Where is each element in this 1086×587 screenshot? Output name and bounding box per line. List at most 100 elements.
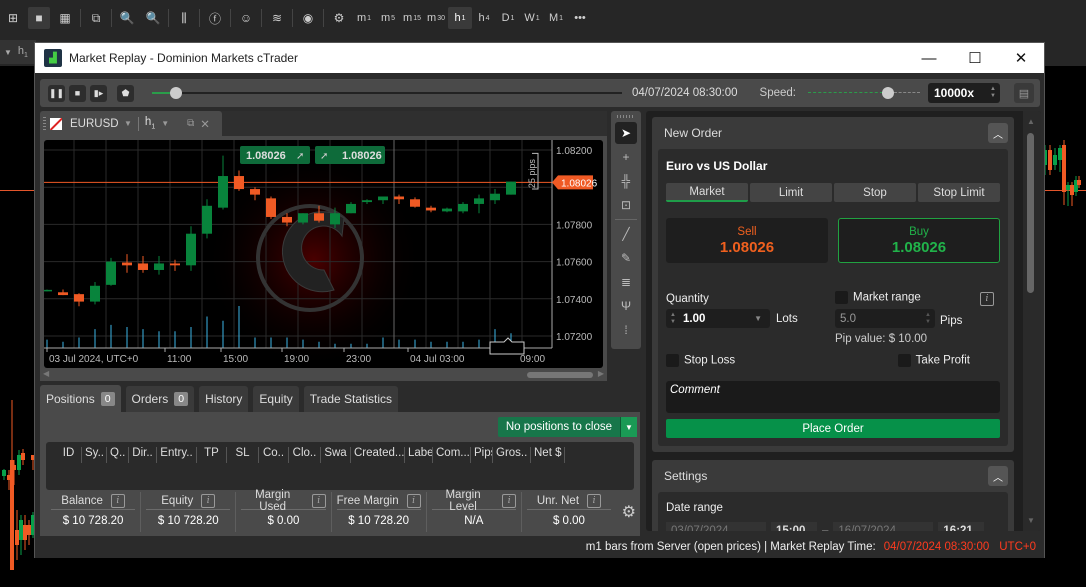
column-header[interactable]: TP [197, 447, 227, 463]
info-icon[interactable]: i [406, 493, 421, 508]
close-chart-icon[interactable]: ✕ [200, 117, 210, 131]
candle[interactable] [218, 155, 228, 210]
timeframe-h1[interactable]: h1 [448, 7, 472, 29]
column-header[interactable]: ID [56, 447, 82, 463]
column-header[interactable]: Co.. [259, 447, 289, 463]
pitchfork-icon[interactable]: Ψ [615, 295, 637, 317]
scroll-left-icon[interactable]: ◀ [43, 369, 49, 378]
candle[interactable] [44, 289, 52, 292]
speed-handle[interactable] [881, 87, 894, 99]
crosshair-icon[interactable]: + [615, 146, 637, 168]
candle[interactable] [506, 181, 516, 195]
cbot-icon[interactable]: ☺ [235, 7, 257, 29]
background-chart-tab[interactable]: ▼ h1 [0, 40, 36, 64]
chart-symbol[interactable]: EURUSD [70, 118, 124, 130]
column-header[interactable]: Labe [405, 447, 433, 463]
timeframe-M1[interactable]: M1 [544, 7, 568, 29]
spinner-icon[interactable]: ▲ ▼ [990, 86, 996, 100]
buy-button[interactable]: Buy 1.08026 [838, 218, 1000, 263]
more-timeframes-button[interactable]: ••• [568, 7, 592, 29]
drag-handle[interactable] [43, 116, 46, 131]
timeframe-m5[interactable]: m5 [376, 7, 400, 29]
info-icon[interactable]: i [587, 493, 602, 508]
scroll-right-icon[interactable]: ▶ [598, 369, 604, 378]
slider-handle[interactable] [169, 87, 182, 99]
speed-input[interactable]: 10000x ▲ ▼ [927, 83, 1000, 103]
timeframe-m1[interactable]: m1 [352, 7, 376, 29]
maximize-button[interactable]: ☐ [952, 43, 998, 73]
candle[interactable] [474, 194, 484, 214]
candle[interactable] [58, 289, 68, 296]
candle[interactable] [138, 256, 148, 273]
split-layout-icon[interactable]: ▦ [54, 7, 76, 29]
info-icon[interactable]: i [502, 493, 516, 508]
facebook-icon[interactable]: ⓕ [204, 7, 226, 29]
layers-icon[interactable]: ≋ [266, 7, 288, 29]
candle[interactable] [106, 257, 116, 286]
info-icon[interactable]: i [201, 493, 216, 508]
info-icon[interactable]: i [110, 493, 125, 508]
timeframe-m30[interactable]: m 30 [424, 7, 448, 29]
order-type-limit[interactable]: Limit [750, 183, 832, 202]
market-range-pips-input[interactable]: 5.0 ▲ ▼ [835, 309, 935, 328]
fibonacci-icon[interactable]: ≣ [615, 271, 637, 293]
take-profit-checkbox[interactable] [897, 353, 911, 367]
order-type-market[interactable]: Market [666, 183, 748, 202]
tab-orders[interactable]: Orders 0 [125, 386, 195, 412]
candle[interactable] [266, 196, 276, 219]
chart-tab[interactable]: EURUSD ▼ h1 ▼ ⧉ ✕ [40, 111, 222, 136]
candle[interactable] [154, 256, 164, 275]
scroll-thumb[interactable] [1027, 133, 1034, 293]
zoom-in-icon[interactable]: 🔍 [142, 7, 164, 29]
quantity-input[interactable]: ▲ ▼ 1.00 ▼ [666, 309, 770, 328]
single-chart-icon[interactable]: ■ [28, 7, 50, 29]
tab-trade-statistics[interactable]: Trade Statistics [303, 386, 399, 412]
chart-area[interactable]: 1.08200 1.07800 1.07600 1.07400 1.07200 03 Ju… [44, 140, 603, 368]
end-time-input[interactable]: 16:21 [938, 522, 985, 531]
zoom-out-icon[interactable]: 🔍 [116, 7, 138, 29]
timeframe-m15[interactable]: m 15 [400, 7, 424, 29]
collapse-settings-button[interactable]: ︿ [988, 466, 1008, 486]
column-header[interactable]: Q.. [107, 447, 129, 463]
timeframe-D1[interactable]: D1 [496, 7, 520, 29]
bookmark-button[interactable]: ⬟ [117, 84, 134, 102]
column-header[interactable]: Clo.. [289, 447, 321, 463]
collapse-new-order-button[interactable]: ︿ [988, 123, 1008, 143]
new-chart-icon[interactable]: ⧉ [85, 7, 107, 29]
column-header[interactable]: Net $ [531, 447, 565, 463]
column-header[interactable]: Com... [433, 447, 471, 463]
order-type-stop[interactable]: Stop [834, 183, 916, 202]
sell-button[interactable]: Sell 1.08026 [666, 218, 828, 263]
timeframe-h4[interactable]: h4 [472, 7, 496, 29]
stop-button[interactable]: ■ [69, 84, 86, 102]
replay-progress-slider[interactable] [152, 86, 622, 100]
column-header[interactable]: Sy.. [82, 447, 107, 463]
column-header[interactable]: Dir.. [129, 447, 157, 463]
quick-sell-button[interactable]: 1.08026 ➚ [240, 146, 310, 164]
tab-history[interactable]: History [199, 386, 249, 412]
scroll-up-icon[interactable]: ▲ [1027, 117, 1035, 126]
candle[interactable] [442, 207, 452, 213]
pause-button[interactable]: ❚❚ [48, 84, 65, 102]
column-header[interactable]: Gros.. [493, 447, 531, 463]
stop-loss-checkbox[interactable] [666, 353, 679, 367]
quantity-dropdown-icon[interactable]: ▼ [754, 314, 762, 323]
candle[interactable] [458, 202, 468, 214]
column-header[interactable]: Swa [321, 447, 351, 463]
scroll-down-icon[interactable]: ▼ [1027, 516, 1035, 525]
pips-spinner-icon[interactable]: ▲ ▼ [925, 312, 931, 326]
pencil-icon[interactable]: ✎ [615, 247, 637, 269]
quick-measure-icon[interactable]: ╬ [615, 170, 637, 192]
candle[interactable] [74, 293, 84, 307]
candle[interactable] [202, 199, 212, 239]
market-range-checkbox[interactable] [835, 291, 848, 304]
quick-buy-button[interactable]: ➚ 1.08026 [315, 146, 385, 164]
toolbar-grip[interactable] [617, 115, 635, 118]
tab-equity[interactable]: Equity [253, 386, 299, 412]
column-header[interactable]: SL [227, 447, 259, 463]
close-positions-button[interactable]: No positions to close ▼ [497, 417, 637, 437]
chart-type-icon[interactable]: ⫼ [173, 7, 195, 29]
quantity-spinner-icon[interactable]: ▲ ▼ [670, 312, 676, 326]
save-button[interactable]: ▤ [1013, 83, 1034, 103]
dropdown-icon[interactable]: ▼ [620, 417, 637, 437]
